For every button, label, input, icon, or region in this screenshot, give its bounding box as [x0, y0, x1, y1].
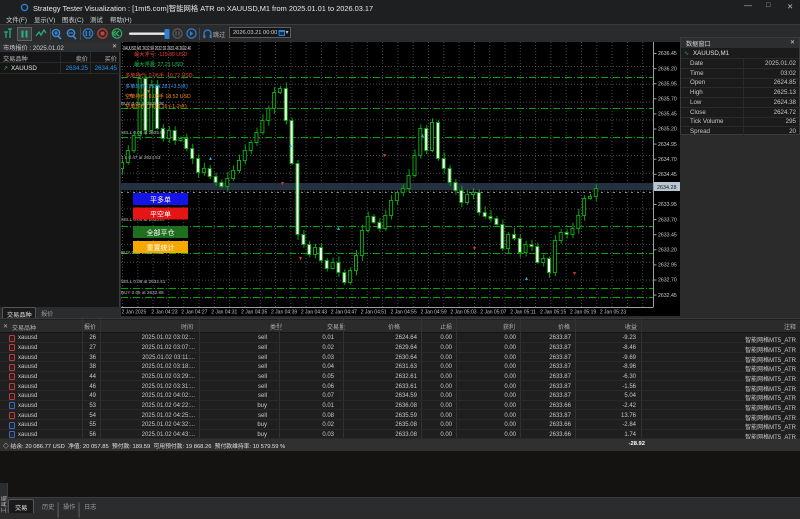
- svg-text:2635.95: 2635.95: [658, 81, 677, 87]
- svg-text:2 Jan 04:55: 2 Jan 04:55: [391, 310, 417, 316]
- svg-text:2 Jan 04:39: 2 Jan 04:39: [271, 310, 297, 316]
- svg-text:2634.95: 2634.95: [658, 142, 677, 148]
- svg-text:平多单: 平多单: [150, 195, 171, 204]
- svg-text:SELL 0.08 at 2632.41: SELL 0.08 at 2632.41: [121, 279, 166, 284]
- svg-text:2634.45: 2634.45: [658, 172, 677, 178]
- svg-text:2635.20: 2635.20: [658, 127, 677, 133]
- svg-text:2633.45: 2633.45: [658, 232, 677, 238]
- svg-text:2 Jan 05:07: 2 Jan 05:07: [480, 310, 506, 316]
- svg-text:2 Jan 05:03: 2 Jan 05:03: [450, 310, 476, 316]
- svg-text:1 L 0.47 at 2624.53: 1 L 0.47 at 2624.53: [121, 155, 161, 160]
- svg-text:2636.45: 2636.45: [658, 51, 677, 57]
- svg-text:2633.95: 2633.95: [658, 202, 677, 208]
- svg-text:2 Jan 05:23: 2 Jan 05:23: [600, 310, 626, 316]
- svg-text:2 Jan 04:35: 2 Jan 04:35: [241, 310, 267, 316]
- svg-text:BUY 0.05 at 2632.89: BUY 0.05 at 2632.89: [121, 290, 164, 295]
- svg-text:BUY 0.01 at 2636.08: BUY 0.01 at 2636.08: [121, 101, 164, 106]
- svg-text:2 Jan 04:31: 2 Jan 04:31: [211, 310, 237, 316]
- svg-text:最大浮盈: 27.21 USD: 最大浮盈: 27.21 USD: [134, 60, 183, 68]
- svg-text:全部平仓: 全部平仓: [147, 228, 175, 237]
- svg-text:2636.20: 2636.20: [658, 66, 677, 72]
- svg-text:2 Jan 04:43: 2 Jan 04:43: [301, 310, 327, 316]
- svg-text:多单持仓: 0.06手 -10.72 USD-: 多单持仓: 0.06手 -10.72 USD-: [125, 71, 194, 79]
- svg-text:多单均价: 2634.28 (+3.5点): 多单均价: 2634.28 (+3.5点): [125, 82, 188, 90]
- svg-text:2 Jan 04:47: 2 Jan 04:47: [331, 310, 357, 316]
- svg-text:2632.70: 2632.70: [658, 278, 677, 284]
- svg-text:工具箱: 工具箱: [0, 495, 8, 513]
- svg-text:空单持仓: 0.08手 18.52 USD: 空单持仓: 0.08手 18.52 USD: [125, 92, 191, 100]
- svg-text:SELL 0.06 at 2635.63: SELL 0.06 at 2635.63: [121, 130, 166, 135]
- svg-text:重置统计: 重置统计: [147, 243, 175, 252]
- svg-text:2634.28: 2634.28: [657, 185, 677, 191]
- svg-text:2632.45: 2632.45: [658, 293, 677, 299]
- svg-text:2 Jan 04:27: 2 Jan 04:27: [181, 310, 207, 316]
- svg-text:2 Jan 04:59: 2 Jan 04:59: [421, 310, 447, 316]
- svg-text:2632.95: 2632.95: [658, 263, 677, 269]
- svg-text:2 Jan 04:23: 2 Jan 04:23: [151, 310, 177, 316]
- svg-text:平空单: 平空单: [150, 210, 171, 219]
- svg-text:2634.70: 2634.70: [658, 157, 677, 163]
- svg-text:最大浮亏: -119.88 USD: 最大浮亏: -119.88 USD: [134, 50, 187, 58]
- svg-text:2635.70: 2635.70: [658, 97, 677, 103]
- svg-text:2 Jan 2025: 2 Jan 2025: [122, 310, 147, 316]
- svg-text:2 Jan 04:51: 2 Jan 04:51: [361, 310, 387, 316]
- svg-text:2 Jan 05:11: 2 Jan 05:11: [510, 310, 536, 316]
- svg-text:2 Jan 05:19: 2 Jan 05:19: [570, 310, 596, 316]
- svg-text:2 Jan 05:15: 2 Jan 05:15: [540, 310, 566, 316]
- svg-text:2635.45: 2635.45: [658, 112, 677, 118]
- svg-text:2633.70: 2633.70: [658, 217, 677, 223]
- svg-text:2633.20: 2633.20: [658, 248, 677, 254]
